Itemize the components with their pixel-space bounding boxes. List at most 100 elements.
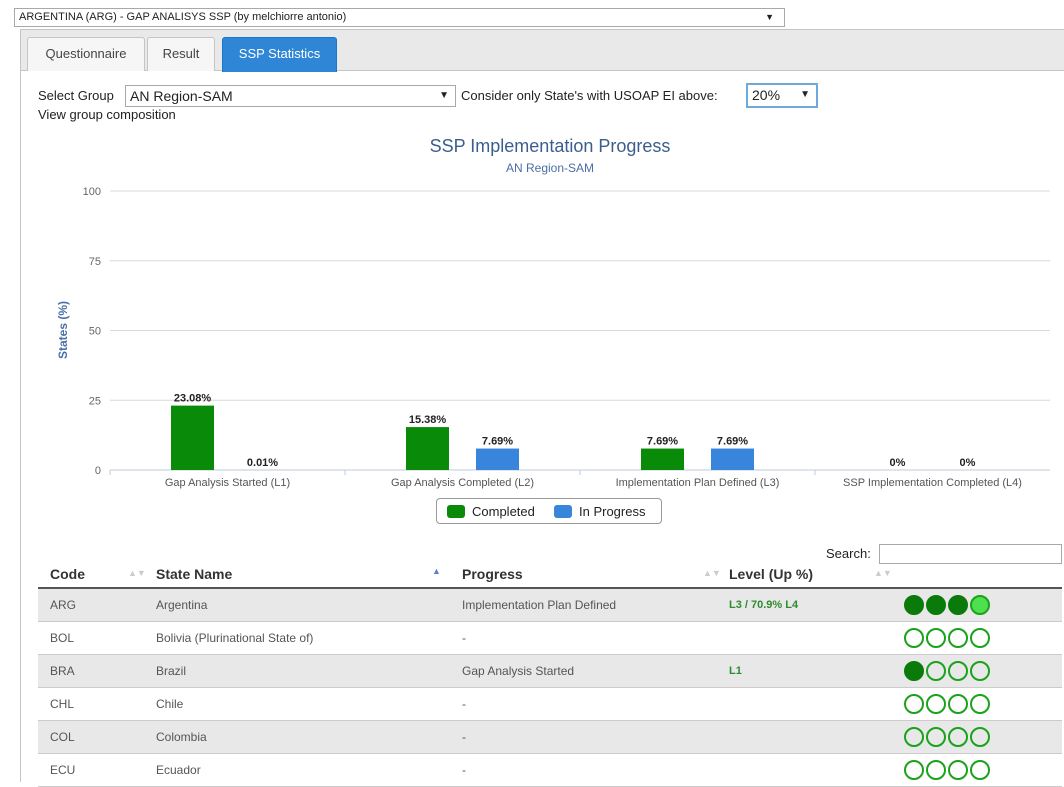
table-row[interactable]: BRA Brazil Gap Analysis Started L1	[38, 655, 1062, 688]
level-indicator	[904, 595, 992, 617]
level-cell: L3 / 70.9% L4	[729, 599, 798, 611]
usoap-select-value: 20%	[752, 87, 780, 103]
level-circle-icon	[948, 694, 968, 714]
sort-icon[interactable]: ▲▼	[874, 568, 892, 578]
group-select[interactable]: AN Region-SAM ▼	[125, 85, 456, 107]
table-row[interactable]: ECUEcuador-	[38, 754, 1062, 787]
level-indicator	[904, 661, 992, 683]
state-code-cell: CHL	[50, 697, 74, 711]
progress-cell: Implementation Plan Defined	[462, 598, 616, 612]
level-cell: L1	[729, 665, 742, 677]
bar-completed[interactable]	[406, 427, 449, 470]
level-circle-icon	[926, 694, 946, 714]
level-circle-icon	[926, 628, 946, 648]
level-circle-icon	[926, 760, 946, 780]
usoap-select[interactable]: 20% ▼	[746, 83, 818, 108]
chart-legend: Completed In Progress	[436, 498, 662, 524]
table-row[interactable]: COLColombia-	[38, 721, 1062, 754]
bar-in-progress[interactable]	[476, 449, 519, 470]
level-circle-icon	[926, 727, 946, 747]
legend-label-completed[interactable]: Completed	[472, 504, 535, 519]
state-name-cell: Argentina	[156, 598, 207, 612]
progress-cell: Gap Analysis Started	[462, 664, 574, 678]
group-select-value: AN Region-SAM	[130, 88, 233, 104]
dropdown-arrow-icon: ▼	[765, 9, 774, 26]
chart-title: SSP Implementation Progress	[430, 136, 671, 156]
table-row[interactable]: ARGArgentinaImplementation Plan DefinedL…	[38, 589, 1062, 622]
state-name-cell: Brazil	[156, 664, 186, 678]
column-header-progress[interactable]: Progress	[462, 566, 523, 582]
tab-ssp-statistics[interactable]: SSP Statistics	[222, 37, 337, 72]
category-label: Gap Analysis Completed (L2)	[391, 477, 534, 489]
state-name-cell: Bolivia (Plurinational State of)	[156, 631, 313, 645]
category-label: Implementation Plan Defined (L3)	[616, 477, 780, 489]
search-input[interactable]	[879, 544, 1062, 564]
level-circle-icon	[948, 661, 968, 681]
search-label: Search:	[826, 546, 871, 561]
level-circle-icon	[904, 727, 924, 747]
level-circle-icon	[970, 727, 990, 747]
y-tick-label: 50	[89, 326, 101, 338]
level-circle-icon	[948, 760, 968, 780]
level-indicator	[904, 628, 992, 650]
level-circle-icon	[970, 595, 990, 615]
chart-subtitle: AN Region-SAM	[506, 161, 594, 175]
bar-completed[interactable]	[171, 406, 214, 470]
data-label: 15.38%	[409, 414, 447, 426]
ssp-progress-chart: SSP Implementation Progress AN Region-SA…	[0, 130, 1064, 490]
progress-cell: -	[462, 730, 466, 744]
level-circle-icon	[904, 760, 924, 780]
progress-cell: -	[462, 697, 466, 711]
state-code-cell: BRA	[50, 664, 75, 678]
y-tick-label: 75	[89, 256, 101, 268]
sort-icon[interactable]: ▲▼	[703, 568, 721, 578]
report-select-value: ARGENTINA (ARG) - GAP ANALISYS SSP (by m…	[19, 11, 346, 23]
level-indicator	[904, 727, 992, 749]
data-label: 7.69%	[647, 436, 678, 448]
dropdown-arrow-icon: ▼	[800, 85, 810, 105]
table-row[interactable]: BOLBolivia (Plurinational State of)-	[38, 622, 1062, 655]
state-name-cell: Chile	[156, 697, 183, 711]
tab-result[interactable]: Result	[147, 37, 215, 71]
report-select[interactable]: ARGENTINA (ARG) - GAP ANALISYS SSP (by m…	[14, 8, 785, 27]
state-name-cell: Ecuador	[156, 763, 201, 777]
progress-cell: -	[462, 763, 466, 777]
chart-category-labels: Gap Analysis Started (L1) Gap Analysis Co…	[165, 477, 1022, 489]
column-header-level[interactable]: Level (Up %)	[729, 566, 813, 582]
level-circle-icon	[970, 760, 990, 780]
level-indicator	[904, 760, 992, 782]
tab-bar: Questionnaire Result SSP Statistics	[21, 30, 1064, 71]
column-header-code[interactable]: Code	[50, 566, 85, 582]
legend-label-in-progress[interactable]: In Progress	[579, 504, 645, 519]
bar-in-progress[interactable]	[711, 449, 754, 470]
data-label: 7.69%	[482, 436, 513, 448]
legend-swatch-completed	[447, 505, 465, 518]
dropdown-arrow-icon: ▼	[439, 86, 449, 106]
chart-grid: 0255075100	[83, 186, 1050, 477]
level-circle-icon	[970, 628, 990, 648]
state-name-cell: Colombia	[156, 730, 207, 744]
level-circle-icon	[970, 694, 990, 714]
data-label: 23.08%	[174, 393, 212, 405]
data-label: 0%	[890, 457, 906, 469]
sort-ascending-icon[interactable]: ▲	[432, 566, 441, 576]
table-row[interactable]: CHL Chile -	[38, 688, 1062, 721]
legend-swatch-in-progress	[554, 505, 572, 518]
level-circle-icon	[970, 661, 990, 681]
category-label: SSP Implementation Completed (L4)	[843, 477, 1022, 489]
level-circle-icon	[904, 628, 924, 648]
tab-questionnaire[interactable]: Questionnaire	[27, 37, 145, 71]
chart-data-labels: 23.08%0.01%15.38%7.69%7.69%7.69%0%0%	[174, 393, 976, 469]
progress-cell: -	[462, 631, 466, 645]
view-group-composition-link[interactable]: View group composition	[38, 107, 176, 122]
y-tick-label: 100	[83, 186, 101, 198]
category-label: Gap Analysis Started (L1)	[165, 477, 290, 489]
column-header-state-name[interactable]: State Name	[156, 566, 232, 582]
level-circle-icon	[948, 727, 968, 747]
level-circle-icon	[904, 595, 924, 615]
sort-icon[interactable]: ▲▼	[128, 568, 146, 578]
bar-completed[interactable]	[641, 449, 684, 470]
data-label: 0.01%	[247, 457, 278, 469]
level-circle-icon	[948, 595, 968, 615]
data-label: 7.69%	[717, 436, 748, 448]
